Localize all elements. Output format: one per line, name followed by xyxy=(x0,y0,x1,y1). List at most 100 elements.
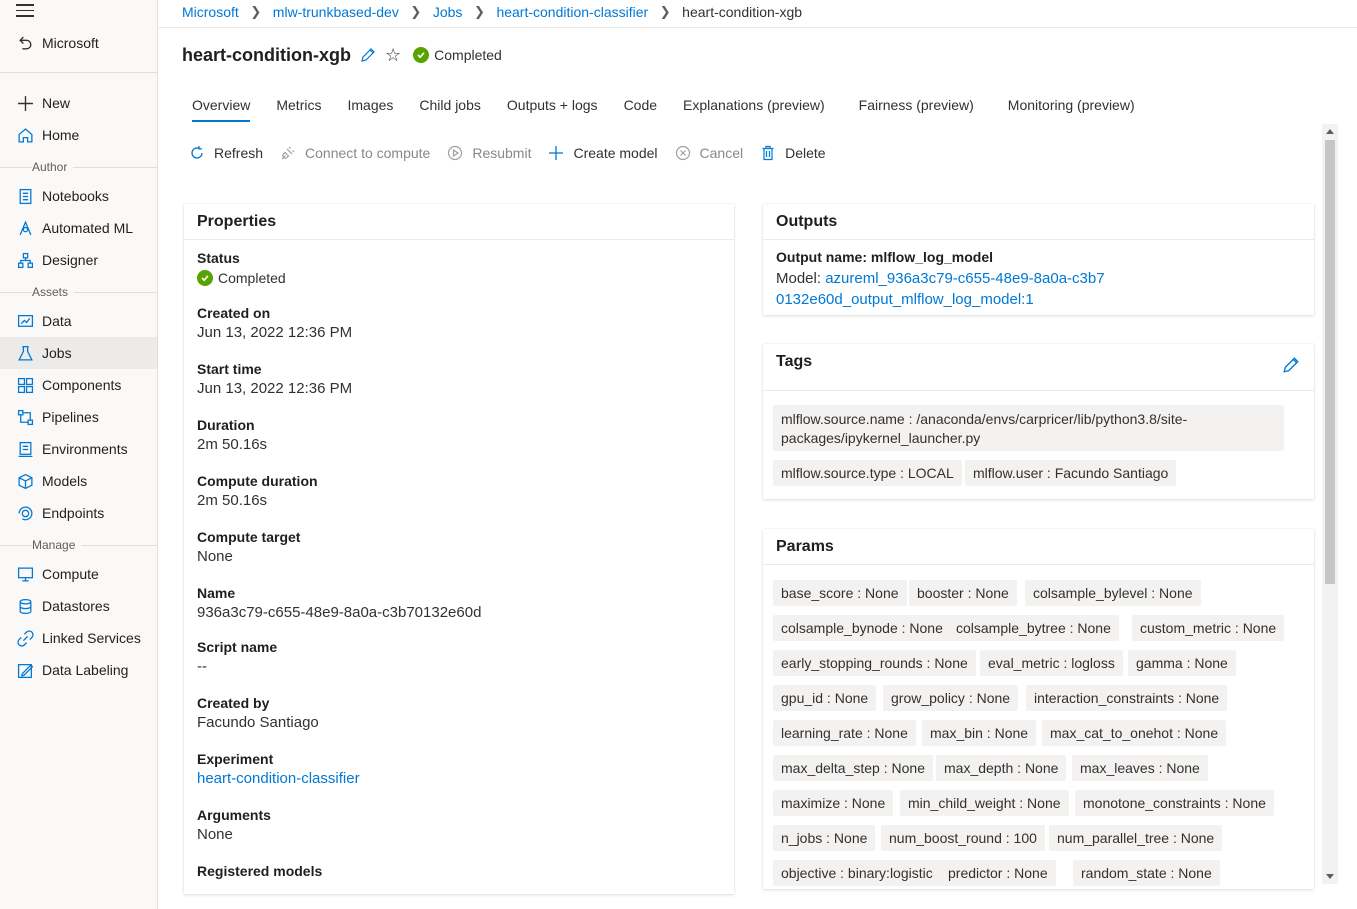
divider xyxy=(0,72,157,73)
param-chip: num_boost_round : 100 xyxy=(881,825,1045,851)
edit-pencil-icon[interactable] xyxy=(359,46,377,64)
section-assets: Assets xyxy=(0,285,157,299)
tab-explanations[interactable]: Explanations (preview) xyxy=(673,88,835,122)
sidebar-item-endpoints[interactable]: Endpoints xyxy=(0,497,157,529)
scroll-down-arrow-icon[interactable] xyxy=(1326,874,1334,879)
refresh-icon xyxy=(188,144,206,162)
sidebar-item-label: Jobs xyxy=(42,345,72,361)
sidebar-item-environments[interactable]: Environments xyxy=(0,433,157,465)
back-arrow-icon xyxy=(16,34,34,52)
experiment-link[interactable]: heart-condition-classifier xyxy=(197,768,360,790)
sidebar-item-label: Compute xyxy=(42,566,99,582)
breadcrumb: Microsoft ❯ mlw-trunkbased-dev ❯ Jobs ❯ … xyxy=(182,0,802,24)
tab-metrics[interactable]: Metrics xyxy=(266,88,331,122)
prop-key: Registered models xyxy=(197,863,323,879)
chevron-right-icon: ❯ xyxy=(250,4,262,19)
flask-icon xyxy=(16,344,34,362)
sidebar-item-home[interactable]: Home xyxy=(0,119,157,151)
sidebar-item-label: Components xyxy=(42,377,122,393)
sidebar-item-label: Endpoints xyxy=(42,505,105,521)
model-link[interactable]: azureml_936a3c79-c655-48e9-8a0a-c3b70132… xyxy=(776,270,1105,308)
scrollbar-thumb[interactable] xyxy=(1325,140,1335,584)
tab-images[interactable]: Images xyxy=(337,88,403,122)
monitor-icon xyxy=(16,565,34,583)
param-chip: predictor : None xyxy=(940,860,1056,886)
hamburger-menu-icon[interactable] xyxy=(16,4,34,18)
param-chip: max_depth : None xyxy=(936,755,1067,781)
back-to-microsoft[interactable]: Microsoft xyxy=(0,27,157,59)
sidebar-item-datastores[interactable]: Datastores xyxy=(0,590,157,622)
sidebar-item-linked-services[interactable]: Linked Services xyxy=(0,622,157,654)
card-title: Params xyxy=(763,529,1314,565)
sidebar-item-label: Automated ML xyxy=(42,220,134,236)
prop-value: -- xyxy=(197,658,207,675)
status-text: Completed xyxy=(434,47,502,63)
param-chip: num_parallel_tree : None xyxy=(1049,825,1223,851)
cancel-button[interactable]: Cancel xyxy=(674,144,744,162)
sidebar-item-data-labeling[interactable]: Data Labeling xyxy=(0,654,157,686)
prop-value: Jun 13, 2022 12:36 PM xyxy=(197,380,353,397)
sidebar-item-data[interactable]: Data xyxy=(0,305,157,337)
edit-pencil-icon[interactable] xyxy=(1282,356,1300,374)
prop-compute-target: Compute target None xyxy=(197,528,300,568)
section-manage: Manage xyxy=(0,538,157,552)
chevron-right-icon: ❯ xyxy=(473,4,485,19)
sidebar-item-automated-ml[interactable]: Automated ML xyxy=(0,212,157,244)
tab-code[interactable]: Code xyxy=(614,88,667,122)
sidebar-item-label: Data xyxy=(42,313,72,329)
sidebar-item-models[interactable]: Models xyxy=(0,465,157,497)
params-card: Params base_score : None booster : None … xyxy=(763,529,1314,889)
prop-compute-duration: Compute duration 2m 50.16s xyxy=(197,472,318,512)
card-title: Properties xyxy=(184,204,734,240)
chevron-right-icon: ❯ xyxy=(410,4,422,19)
status-text: Completed xyxy=(218,270,286,286)
designer-icon xyxy=(16,251,34,269)
vertical-scrollbar[interactable] xyxy=(1322,124,1338,884)
breadcrumb-item[interactable]: mlw-trunkbased-dev xyxy=(273,4,399,20)
connect-to-compute-button[interactable]: Connect to compute xyxy=(279,144,430,162)
prop-start-time: Start time Jun 13, 2022 12:36 PM xyxy=(197,360,352,400)
star-favorite-icon[interactable]: ☆ xyxy=(385,45,401,66)
button-label: Cancel xyxy=(699,145,744,161)
tab-child-jobs[interactable]: Child jobs xyxy=(409,88,490,122)
refresh-button[interactable]: Refresh xyxy=(188,144,263,162)
prop-key: Created on xyxy=(197,305,271,321)
tab-overview[interactable]: Overview xyxy=(182,88,260,122)
link-icon xyxy=(16,629,34,647)
delete-button[interactable]: Delete xyxy=(759,144,826,162)
sidebar-item-compute[interactable]: Compute xyxy=(0,558,157,590)
tags-card: Tags mlflow.source.name : /anaconda/envs… xyxy=(763,344,1314,499)
endpoints-icon xyxy=(16,504,34,522)
param-chip: monotone_constraints : None xyxy=(1075,790,1274,816)
prop-value: Jun 13, 2022 12:36 PM xyxy=(197,324,353,341)
sidebar-item-components[interactable]: Components xyxy=(0,369,157,401)
param-chip: gamma : None xyxy=(1128,650,1236,676)
sidebar-item-pipelines[interactable]: Pipelines xyxy=(0,401,157,433)
sidebar-item-notebooks[interactable]: Notebooks xyxy=(0,180,157,212)
tab-monitoring[interactable]: Monitoring (preview) xyxy=(998,88,1145,122)
breadcrumb-item[interactable]: heart-condition-classifier xyxy=(496,4,648,20)
tab-outputs-logs[interactable]: Outputs + logs xyxy=(497,88,608,122)
prop-key: Name xyxy=(197,585,236,601)
card-title: Outputs xyxy=(763,204,1314,240)
prop-key: Start time xyxy=(197,361,262,377)
sidebar-item-jobs[interactable]: Jobs xyxy=(0,337,157,369)
param-chip: max_delta_step : None xyxy=(773,755,933,781)
check-circle-icon xyxy=(413,47,430,63)
breadcrumb-item[interactable]: Microsoft xyxy=(182,4,239,20)
prop-key: Compute duration xyxy=(197,473,318,489)
resubmit-button[interactable]: Resubmit xyxy=(446,144,531,162)
scroll-up-arrow-icon[interactable] xyxy=(1326,129,1334,134)
button-label: Connect to compute xyxy=(305,145,431,161)
sidebar-item-designer[interactable]: Designer xyxy=(0,244,157,276)
tag-chip: mlflow.user : Facundo Santiago xyxy=(965,460,1177,486)
tab-fairness[interactable]: Fairness (preview) xyxy=(849,88,984,122)
button-label: Resubmit xyxy=(472,145,532,161)
breadcrumb-item[interactable]: Jobs xyxy=(433,4,463,20)
sidebar-item-new[interactable]: New xyxy=(0,87,157,119)
plus-icon xyxy=(16,94,34,112)
prop-key: Script name xyxy=(197,639,278,655)
cancel-circle-icon xyxy=(674,144,692,162)
notebook-icon xyxy=(16,187,34,205)
create-model-button[interactable]: Create model xyxy=(547,144,658,162)
